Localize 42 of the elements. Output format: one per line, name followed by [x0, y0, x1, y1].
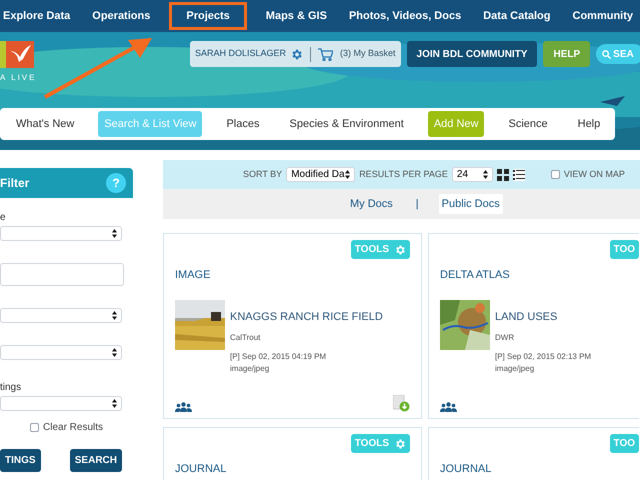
nav-tab[interactable]: What's New [10, 111, 80, 137]
filter-title: Filter [0, 175, 30, 192]
card-category: JOURNAL [175, 462, 228, 477]
card-category: JOURNAL [440, 462, 492, 477]
nav-link[interactable]: Community [570, 2, 636, 30]
card-type: image/jpeg [495, 363, 536, 375]
nav-link[interactable]: Operations [89, 2, 154, 30]
nav-tab[interactable]: Species & Environment [284, 111, 410, 137]
card-category: IMAGE [175, 268, 212, 283]
sort-label: SORT BY [243, 168, 282, 181]
join-community-button[interactable]: JOIN BDL COMMUNITY [406, 41, 538, 67]
card-type: image/jpeg [230, 363, 270, 375]
card-category: DELTA ATLAS [440, 268, 511, 283]
nav-tab[interactable]: Help [572, 111, 606, 137]
per-page-label: RESULTS PER PAGE [359, 168, 448, 181]
card-source: CalTrout [230, 332, 262, 344]
field-label: tings [0, 382, 22, 394]
basket-link[interactable]: (3) My Basket [340, 47, 396, 61]
tab-separator: | [416, 196, 419, 212]
doc-tab[interactable]: My Docs [347, 194, 396, 214]
select-field[interactable]: 24 [452, 167, 493, 182]
doc-tab[interactable]: Public Docs [438, 194, 503, 214]
nav-tab[interactable]: Places [220, 111, 266, 137]
nav-link[interactable]: Projects [169, 2, 247, 30]
clear-results-label: Clear Results [43, 421, 104, 435]
field-label: e [0, 212, 7, 224]
nav-link[interactable]: Explore Data [0, 2, 74, 30]
nav-link[interactable]: Maps & GIS [262, 2, 330, 30]
nav-link[interactable]: Photos, Videos, Docs [346, 2, 464, 30]
card-date: [P] Sep 02, 2015 02:13 PM [495, 351, 592, 363]
nav-link[interactable]: Data Catalog [480, 2, 554, 30]
card-title[interactable]: LAND USES [495, 308, 592, 325]
card-date: [P] Sep 02, 2015 04:19 PM [230, 351, 328, 363]
card-title[interactable]: KNAGGS RANCH RICE FIELD [230, 308, 383, 325]
filter-button[interactable]: TINGS [0, 449, 41, 472]
card-source: DWR [495, 332, 516, 344]
logo-text: A LIVE [0, 72, 38, 84]
filter-button[interactable]: SEARCH [70, 449, 122, 472]
view-on-map-label: VIEW ON MAP [564, 168, 625, 181]
nav-tab[interactable]: Science [502, 111, 554, 137]
select-field[interactable]: Modified Da [286, 167, 356, 182]
user-name[interactable]: SARAH DOLISLAGER [195, 47, 286, 61]
